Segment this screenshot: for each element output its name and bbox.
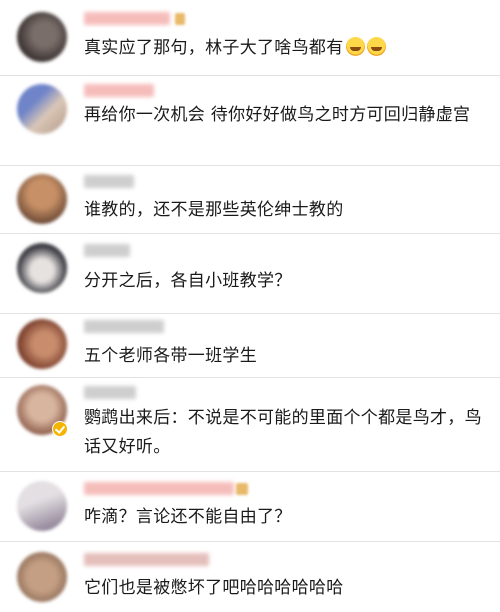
comment-row[interactable]: 分开之后，各自小班教学？ (0, 234, 500, 314)
avatar[interactable] (17, 243, 67, 293)
username[interactable] (84, 386, 136, 399)
comment-text: 谁教的，还不是那些英伦绅士教的 (84, 200, 344, 220)
username[interactable] (84, 482, 234, 495)
comment-text: 分开之后，各自小班教学？ (84, 271, 292, 291)
comment-text: 真实应了那句，林子大了啥鸟都有 (84, 34, 488, 63)
user-level-icon (175, 13, 185, 25)
comment-row[interactable]: 真实应了那句，林子大了啥鸟都有 (0, 0, 500, 76)
comment-text: 它们也是被憋坏了吧哈哈哈哈哈哈 (84, 578, 344, 598)
username[interactable] (84, 244, 130, 257)
comment-body: 真实应了那句，林子大了啥鸟都有 (84, 38, 344, 58)
avatar[interactable] (17, 319, 67, 369)
comment-text: 鹦鹉出来后：不说是不可能的里面个个都是鸟才，鸟话又好听。 (84, 408, 482, 457)
comment-row[interactable]: 五个老师各带一班学生 (0, 314, 500, 378)
avatar[interactable] (17, 84, 67, 134)
username[interactable] (84, 84, 154, 97)
username[interactable] (84, 553, 209, 566)
comment-row[interactable]: 鹦鹉出来后：不说是不可能的里面个个都是鸟才，鸟话又好听。 (0, 378, 500, 472)
comment-row[interactable]: 咋滴？言论还不能自由了？ (0, 472, 500, 542)
avatar[interactable] (17, 12, 67, 62)
comment-row[interactable]: 它们也是被憋坏了吧哈哈哈哈哈哈 (0, 542, 500, 612)
comment-row[interactable]: 再给你一次机会 待你好好做鸟之时方可回归静虚宫 (0, 76, 500, 166)
comment-text: 五个老师各带一班学生 (84, 346, 257, 366)
username[interactable] (84, 320, 164, 333)
username[interactable] (84, 12, 170, 25)
laughing-crying-emoji-icon (366, 37, 386, 56)
comment-text: 再给你一次机会 待你好好做鸟之时方可回归静虚宫 (84, 105, 471, 125)
comment-list: 真实应了那句，林子大了啥鸟都有 再给你一次机会 待你好好做鸟之时方可回归静虚宫 … (0, 0, 500, 612)
verified-badge-icon (52, 421, 68, 437)
avatar[interactable] (17, 552, 67, 602)
comment-text: 咋滴？言论还不能自由了？ (84, 507, 292, 527)
comment-row[interactable]: 谁教的，还不是那些英伦绅士教的 (0, 166, 500, 234)
username[interactable] (84, 175, 134, 188)
user-level-icon (236, 483, 248, 495)
avatar[interactable] (17, 481, 67, 531)
laughing-crying-emoji-icon (345, 37, 365, 56)
avatar[interactable] (17, 174, 67, 224)
